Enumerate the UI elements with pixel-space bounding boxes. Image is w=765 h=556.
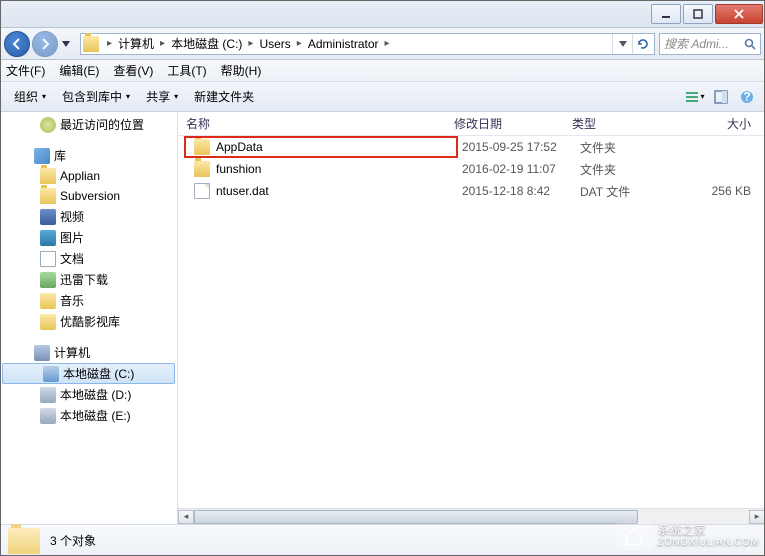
include-in-library-button[interactable]: 包含到库中▾ — [54, 85, 138, 108]
folder-icon — [40, 314, 56, 330]
back-button[interactable] — [4, 31, 30, 57]
downloads-icon — [40, 272, 56, 288]
chevron-right-icon: ▸ — [297, 38, 302, 49]
new-folder-button[interactable]: 新建文件夹 — [186, 85, 262, 108]
sidebar-item-youku[interactable]: 优酷影视库 — [0, 311, 177, 332]
column-size[interactable]: 大小 — [676, 115, 765, 132]
video-icon — [40, 209, 56, 225]
sidebar-item-downloads[interactable]: 迅雷下载 — [0, 269, 177, 290]
folder-icon — [40, 168, 56, 184]
navigation-bar: ▸ 计算机 ▸ 本地磁盘 (C:) ▸ Users ▸ Administrato… — [0, 28, 765, 60]
share-button[interactable]: 共享▾ — [138, 85, 186, 108]
close-button[interactable] — [715, 4, 763, 24]
status-text: 3 个对象 — [50, 532, 96, 549]
file-row-ntuser[interactable]: ntuser.dat 2015-12-18 8:42 DAT 文件 256 KB — [178, 180, 765, 202]
folder-icon — [8, 528, 40, 554]
watermark-subtitle: ZONGXIULIAN.COM — [658, 537, 759, 549]
sidebar-item-drive-e[interactable]: 本地磁盘 (E:) — [0, 405, 177, 426]
help-button[interactable]: ? — [735, 86, 759, 108]
folder-icon — [83, 36, 99, 52]
command-bar: 组织▾ 包含到库中▾ 共享▾ 新建文件夹 ▾ ? — [0, 82, 765, 112]
address-dropdown[interactable] — [612, 34, 632, 54]
chevron-right-icon: ▸ — [160, 38, 165, 49]
sidebar-item-recent[interactable]: 最近访问的位置 — [0, 114, 177, 135]
sidebar-item-computer[interactable]: 计算机 — [0, 342, 177, 363]
folder-icon — [194, 161, 210, 177]
maximize-button[interactable] — [683, 4, 713, 24]
file-list-pane: 名称 修改日期 类型 大小 AppData 2015-09-25 17:52 文… — [178, 112, 765, 524]
chevron-down-icon: ▾ — [174, 92, 178, 101]
forward-button[interactable] — [32, 31, 58, 57]
recent-icon — [40, 117, 56, 133]
search-placeholder: 搜索 Admi... — [664, 35, 729, 52]
menu-tools[interactable]: 工具(T) — [167, 62, 206, 79]
navigation-tree[interactable]: 最近访问的位置 库 Applian Subversion 视频 图片 文档 迅雷… — [0, 112, 178, 524]
minimize-button[interactable] — [651, 4, 681, 24]
sidebar-item-applian[interactable]: Applian — [0, 166, 177, 186]
menu-bar: 文件(F) 编辑(E) 查看(V) 工具(T) 帮助(H) — [0, 60, 765, 82]
file-icon — [194, 183, 210, 199]
view-options-button[interactable]: ▾ — [683, 86, 707, 108]
music-icon — [40, 293, 56, 309]
breadcrumb-computer[interactable]: 计算机 — [116, 33, 156, 54]
sidebar-item-video[interactable]: 视频 — [0, 206, 177, 227]
scroll-left-button[interactable]: ◂ — [178, 510, 194, 524]
file-row-funshion[interactable]: funshion 2016-02-19 11:07 文件夹 — [178, 158, 765, 180]
drive-icon — [40, 408, 56, 424]
sidebar-item-subversion[interactable]: Subversion — [0, 186, 177, 206]
column-name[interactable]: 名称 — [178, 115, 446, 132]
column-type[interactable]: 类型 — [564, 115, 676, 132]
address-bar[interactable]: ▸ 计算机 ▸ 本地磁盘 (C:) ▸ Users ▸ Administrato… — [80, 33, 655, 55]
breadcrumb-users[interactable]: Users — [257, 35, 292, 53]
sidebar-item-drive-c[interactable]: 本地磁盘 (C:) — [2, 363, 175, 384]
chevron-down-icon: ▾ — [42, 92, 46, 101]
pictures-icon — [40, 230, 56, 246]
sidebar-item-documents[interactable]: 文档 — [0, 248, 177, 269]
svg-text:?: ? — [743, 90, 750, 104]
sidebar-item-libraries[interactable]: 库 — [0, 145, 177, 166]
file-row-appdata[interactable]: AppData 2015-09-25 17:52 文件夹 — [178, 136, 765, 158]
watermark: 系统之家 ZONGXIULIAN.COM — [616, 522, 759, 550]
organize-button[interactable]: 组织▾ — [6, 85, 54, 108]
watermark-title: 系统之家 — [658, 523, 759, 537]
menu-edit[interactable]: 编辑(E) — [59, 62, 99, 79]
folder-icon — [194, 139, 210, 155]
file-rows: AppData 2015-09-25 17:52 文件夹 funshion 20… — [178, 136, 765, 202]
watermark-icon — [616, 522, 652, 550]
search-icon — [744, 38, 756, 50]
breadcrumb-administrator[interactable]: Administrator — [306, 35, 381, 53]
menu-file[interactable]: 文件(F) — [6, 62, 45, 79]
window-titlebar — [0, 0, 765, 28]
chevron-right-icon: ▸ — [107, 38, 112, 49]
drive-icon — [43, 366, 59, 382]
sidebar-item-pictures[interactable]: 图片 — [0, 227, 177, 248]
sidebar-item-music[interactable]: 音乐 — [0, 290, 177, 311]
breadcrumb-drive-c[interactable]: 本地磁盘 (C:) — [169, 33, 244, 54]
preview-pane-button[interactable] — [709, 86, 733, 108]
chevron-down-icon: ▾ — [126, 92, 130, 101]
column-headers: 名称 修改日期 类型 大小 — [178, 112, 765, 136]
search-input[interactable]: 搜索 Admi... — [659, 33, 761, 55]
chevron-right-icon: ▸ — [385, 38, 390, 49]
chevron-right-icon: ▸ — [248, 38, 253, 49]
drive-icon — [40, 387, 56, 403]
library-icon — [34, 148, 50, 164]
column-date[interactable]: 修改日期 — [446, 115, 564, 132]
documents-icon — [40, 251, 56, 267]
computer-icon — [34, 345, 50, 361]
menu-help[interactable]: 帮助(H) — [221, 62, 262, 79]
menu-view[interactable]: 查看(V) — [113, 62, 153, 79]
refresh-button[interactable] — [632, 34, 652, 54]
folder-icon — [40, 188, 56, 204]
scroll-thumb[interactable] — [194, 510, 638, 524]
sidebar-item-drive-d[interactable]: 本地磁盘 (D:) — [0, 384, 177, 405]
nav-history-dropdown[interactable] — [60, 34, 72, 54]
